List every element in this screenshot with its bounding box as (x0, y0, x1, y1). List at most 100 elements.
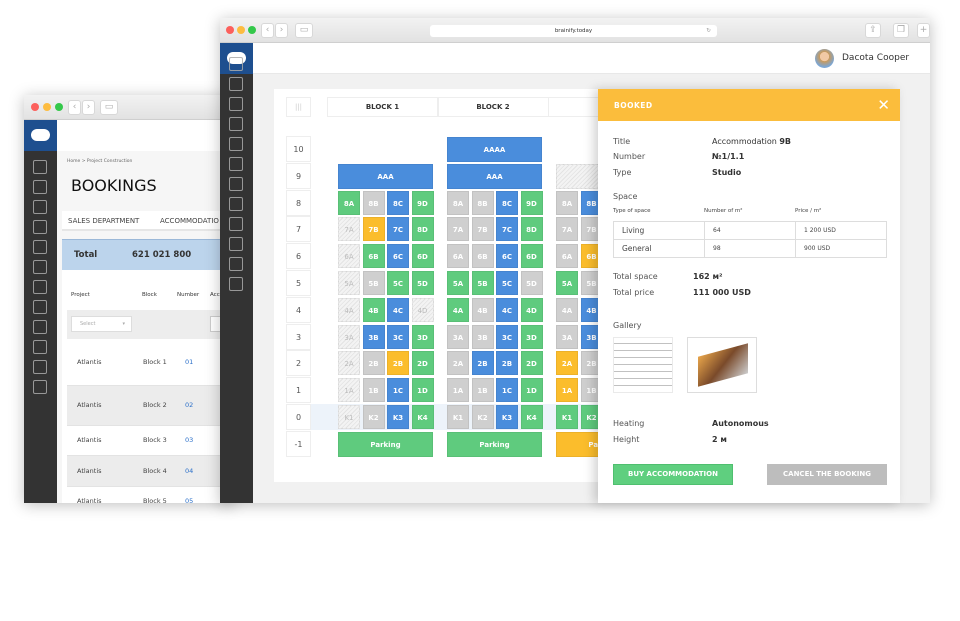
avatar[interactable] (815, 49, 834, 68)
unit-cell[interactable]: 1A (447, 378, 469, 403)
close-icon[interactable]: ✕ (877, 96, 890, 114)
cell-number[interactable]: 05 (185, 497, 193, 503)
unit-cell[interactable]: 5C (496, 271, 518, 295)
chart-icon[interactable] (229, 237, 243, 251)
unit-cell[interactable]: K3 (387, 405, 409, 429)
house-icon[interactable] (33, 360, 47, 374)
unit-cell[interactable]: 8A (447, 190, 469, 215)
unit-cell[interactable]: 3A (447, 324, 469, 349)
tabs-button[interactable]: ❐ (893, 23, 909, 38)
column-number[interactable]: Number (177, 292, 199, 298)
unit-cell[interactable]: 3C (496, 324, 518, 349)
unit-cell[interactable]: K2 (362, 405, 385, 429)
sidebar-toggle-button[interactable]: ▭ (295, 23, 313, 38)
handshake-icon[interactable] (229, 137, 243, 151)
unit-cell[interactable]: 1B (362, 378, 385, 403)
handshake-icon[interactable] (33, 240, 47, 254)
floor-span-cell[interactable]: AAA (447, 163, 542, 189)
unit-cell[interactable]: 1D (411, 378, 434, 403)
cell-number[interactable]: 01 (185, 358, 193, 366)
unit-cell[interactable]: 8C (496, 190, 518, 215)
unit-cell[interactable]: 1B (471, 378, 494, 403)
cell-number[interactable]: 03 (185, 436, 193, 444)
column-project[interactable]: Project (71, 292, 90, 298)
table-row[interactable]: Atlantis Block 2 02 (67, 386, 234, 426)
unit-cell[interactable]: 6A (338, 244, 360, 269)
table-row[interactable]: Atlantis Block 5 05 (67, 487, 234, 503)
unit-cell[interactable]: 2D (411, 351, 434, 376)
block-header[interactable]: BLOCK 1 (327, 97, 438, 117)
tab-sales-department[interactable]: SALES DEPARTMENT (68, 217, 139, 225)
file-icon[interactable] (33, 380, 47, 394)
user-icon[interactable] (229, 57, 243, 71)
buildings-icon[interactable] (229, 77, 243, 91)
sidebar-toggle-button[interactable]: ▭ (100, 100, 118, 115)
column-block[interactable]: Block (142, 292, 157, 298)
unit-cell[interactable]: K1 (556, 405, 578, 429)
unit-cell[interactable]: 2B (471, 351, 494, 376)
unit-cell[interactable]: 5A (556, 271, 578, 295)
unit-cell[interactable]: 9D (411, 190, 434, 215)
unit-cell[interactable]: 3D (411, 324, 434, 349)
new-tab-button[interactable]: + (917, 23, 930, 38)
user-icon[interactable] (33, 160, 47, 174)
table-row[interactable]: Atlantis Block 4 04 (67, 456, 234, 487)
unit-cell[interactable]: 6D (520, 244, 543, 269)
unit-cell[interactable]: 6C (387, 244, 409, 269)
notebook-icon[interactable] (229, 217, 243, 231)
cell-number[interactable]: 02 (185, 401, 193, 409)
unit-cell[interactable]: 7A (447, 217, 469, 242)
city-icon[interactable] (33, 200, 47, 214)
unit-cell[interactable]: 1C (496, 378, 518, 403)
user-name[interactable]: Dacota Cooper (842, 53, 909, 63)
document-icon[interactable] (229, 157, 243, 171)
table-row[interactable]: Atlantis Block 3 03 (67, 426, 234, 456)
unit-cell[interactable]: 6A (447, 244, 469, 269)
unit-cell[interactable]: 8A (556, 190, 578, 215)
unit-cell[interactable]: 6C (496, 244, 518, 269)
grid-settings-icon[interactable]: ||| (286, 97, 311, 117)
card-icon[interactable] (33, 280, 47, 294)
buy-accommodation-button[interactable]: BUY ACCOMMODATION (613, 464, 733, 485)
unit-cell[interactable]: 8D (520, 217, 543, 242)
unit-cell[interactable]: 7B (362, 217, 385, 242)
unit-cell[interactable]: 4D (411, 297, 434, 322)
unit-cell[interactable]: 7C (387, 217, 409, 242)
minimize-window-button[interactable] (43, 103, 51, 111)
box-icon[interactable] (229, 117, 243, 131)
document-icon[interactable] (33, 260, 47, 274)
unit-cell[interactable]: 2B (362, 351, 385, 376)
unit-cell[interactable]: K4 (520, 405, 543, 429)
floor-span-cell[interactable]: Parking (338, 431, 433, 457)
share-button[interactable]: ⇪ (865, 23, 881, 38)
unit-cell[interactable]: 3C (387, 324, 409, 349)
tab-accommodation[interactable]: ACCOMMODATIO (160, 217, 219, 225)
unit-cell[interactable]: 6A (556, 244, 578, 269)
table-row[interactable]: Atlantis Block 1 01 (67, 339, 234, 386)
notebook-icon[interactable] (33, 320, 47, 334)
bank-icon[interactable] (229, 197, 243, 211)
unit-cell[interactable]: 2A (556, 351, 578, 376)
forward-button[interactable]: › (82, 100, 95, 115)
breadcrumb[interactable]: Home > Project Construction (67, 159, 132, 164)
unit-cell[interactable]: K1 (338, 405, 360, 429)
unit-cell[interactable]: 1C (387, 378, 409, 403)
unit-cell[interactable]: 4C (496, 297, 518, 322)
back-button[interactable]: ‹ (68, 100, 81, 115)
block-header[interactable]: BLOCK 2 (437, 97, 549, 117)
unit-cell[interactable]: 8D (411, 217, 434, 242)
box-icon[interactable] (33, 220, 47, 234)
unit-cell[interactable]: 6D (411, 244, 434, 269)
unit-cell[interactable]: 6B (471, 244, 494, 269)
close-window-button[interactable] (31, 103, 39, 111)
unit-cell[interactable]: 4C (387, 297, 409, 322)
project-select[interactable]: Select ▾ (71, 316, 132, 332)
unit-cell[interactable]: K1 (447, 405, 469, 429)
close-window-button[interactable] (226, 26, 234, 34)
floor-span-cell[interactable]: AAAA (447, 137, 542, 162)
gallery-floorplan-image[interactable] (613, 337, 673, 393)
unit-cell[interactable]: 2A (338, 351, 360, 376)
unit-cell[interactable]: 5B (362, 271, 385, 295)
floor-span-cell[interactable]: Parking (447, 431, 542, 457)
unit-cell[interactable]: 2A (447, 351, 469, 376)
